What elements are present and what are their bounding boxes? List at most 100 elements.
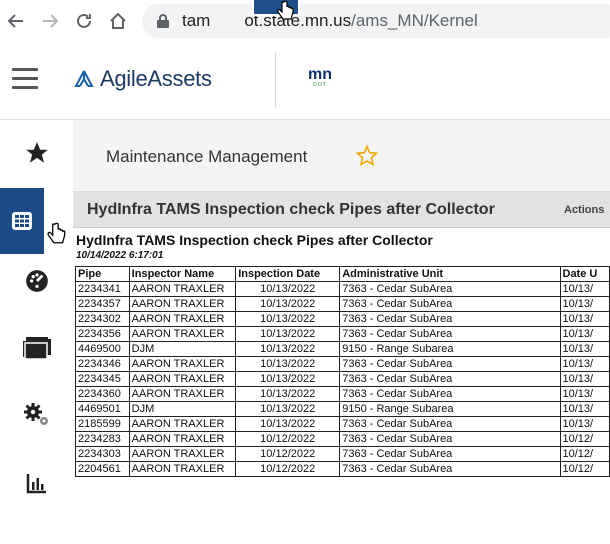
table-cell: 7363 - Cedar SubArea [339,356,561,372]
table-cell: 10/13/2022 [235,356,341,372]
table-cell: 10/12/ [559,446,610,462]
table-cell: AARON TRAXLER [128,311,237,327]
table-cell: 10/13/2022 [235,371,341,387]
sidebar-item-reports[interactable] [0,450,73,516]
sidebar-item-modules[interactable] [0,188,44,254]
table-cell: 7363 - Cedar SubArea [339,326,561,342]
module-bar: Maintenance Management [73,120,610,192]
lock-icon [156,13,172,29]
table-cell: 10/13/ [559,311,610,327]
table-cell: 2234303 [75,446,130,462]
table-cell: 10/12/ [559,461,610,477]
table-cell: 7363 - Cedar SubArea [339,431,561,447]
table-cell: AARON TRAXLER [128,386,237,402]
table-cell: 10/13/ [559,416,610,432]
table-cell: 4469501 [75,401,130,417]
table-cell: 10/13/2022 [235,401,341,417]
table-row: 2234357 AARON TRAXLER 10/13/2022 7363 - Ced… [75,296,610,312]
app-header: AgileAssets mn DOT [0,42,610,120]
table-row: 2234345 AARON TRAXLER 10/13/2022 7363 - Ced… [75,371,610,387]
table-cell: 9150 - Range Subarea [339,341,561,357]
table-cell: DJM [128,341,237,357]
folder-icon [22,337,51,359]
table-cell: 10/13/2022 [235,296,341,312]
favorite-star-icon[interactable] [355,144,379,173]
sidebar [0,120,73,544]
address-bar[interactable]: tam ot.state.mn.us/ams_MN/Kernel [142,4,610,38]
table-cell: 7363 - Cedar SubArea [339,281,561,297]
table-cell: 10/13/2022 [235,416,341,432]
table-cell: 10/13/ [559,281,610,297]
table-row: 2185599 AARON TRAXLER 10/13/2022 7363 - Ced… [75,416,610,432]
url-text: tam ot.state.mn.us/ams_MN/Kernel [182,11,478,31]
app-window: tam ot.state.mn.us/ams_MN/Kernel AgileAss… [0,0,610,544]
table-cell: AARON TRAXLER [128,431,237,447]
column-header: Inspector Name [128,266,237,282]
forward-arrow-icon[interactable] [34,5,66,37]
table-cell: 10/13/ [559,296,610,312]
agileassets-logo[interactable]: AgileAssets [74,66,212,92]
table-cell: 10/12/ [559,431,610,447]
table-cell: 7363 - Cedar SubArea [339,371,561,387]
table-cell: 10/13/2022 [235,326,341,342]
table-cell: 2234360 [75,386,130,402]
menu-icon[interactable] [12,68,38,90]
table-cell: AARON TRAXLER [128,446,237,462]
agileassets-mark-icon [74,70,94,87]
dashboard-icon [25,270,48,292]
table-cell: 2234302 [75,311,130,327]
table-row: 2234356 AARON TRAXLER 10/13/2022 7363 - Ced… [75,326,610,342]
table-row: 2234302 AARON TRAXLER 10/13/2022 7363 - Ced… [75,311,610,327]
column-header: Inspection Date [235,266,341,282]
back-arrow-icon[interactable] [0,5,32,37]
table-cell: 2234341 [75,281,130,297]
table-cell: 2234346 [75,356,130,372]
module-title: Maintenance Management [106,147,308,166]
table-cell: AARON TRAXLER [128,356,237,372]
table-cell: AARON TRAXLER [128,296,237,312]
url-path: /ams_MN/Kernel [351,11,478,30]
table-cell: AARON TRAXLER [128,461,237,477]
table-cell: 10/13/ [559,356,610,372]
settings-icon [23,403,48,425]
table-row: 2234346 AARON TRAXLER 10/13/2022 7363 - Ced… [75,356,610,372]
column-header: Pipe [75,266,130,282]
reload-icon[interactable] [68,5,100,37]
mndot-logo-letters: mn [308,66,332,83]
report-title: HydInfra TAMS Inspection check Pipes aft… [87,201,495,218]
table-cell: 7363 - Cedar SubArea [339,416,561,432]
table-row: 2234283 AARON TRAXLER 10/12/2022 7363 - Ced… [75,431,610,447]
column-header: Administrative Unit [339,266,561,282]
table-cell: 2234345 [75,371,130,387]
sidebar-item-documents[interactable] [0,314,73,380]
table-cell: 7363 - Cedar SubArea [339,311,561,327]
table-cell: 10/13/ [559,326,610,342]
table-cell: 10/12/2022 [235,446,341,462]
table-cell: AARON TRAXLER [128,326,237,342]
table-cell: AARON TRAXLER [128,371,237,387]
table-cell: 10/13/2022 [235,341,341,357]
sidebar-item-settings[interactable] [0,382,73,448]
table-cell: 2204561 [75,461,130,477]
table-cell: 9150 - Range Subarea [339,401,561,417]
table-cell: DJM [128,401,237,417]
table-cell: 7363 - Cedar SubArea [339,386,561,402]
table-row: 2234303 AARON TRAXLER 10/12/2022 7363 - Ced… [75,446,610,462]
sidebar-item-dashboard[interactable] [0,248,73,314]
table-cell: 10/13/2022 [235,386,341,402]
header-divider [275,52,276,108]
table-cell: AARON TRAXLER [128,416,237,432]
table-cell: 2185599 [75,416,130,432]
report-document: HydInfra TAMS Inspection check Pipes aft… [73,228,610,544]
table-cell: AARON TRAXLER [128,281,237,297]
table-cell: 10/13/ [559,341,610,357]
hand-cursor-icon [276,0,294,27]
table-cell: 2234283 [75,431,130,447]
table-cell: 10/13/ [559,371,610,387]
column-header: Date U [559,266,610,282]
browser-toolbar: tam ot.state.mn.us/ams_MN/Kernel [0,0,610,42]
home-icon[interactable] [102,5,134,37]
actions-menu[interactable]: Actions [564,204,604,216]
sidebar-item-favorites[interactable] [0,120,73,186]
star-icon [25,142,48,163]
